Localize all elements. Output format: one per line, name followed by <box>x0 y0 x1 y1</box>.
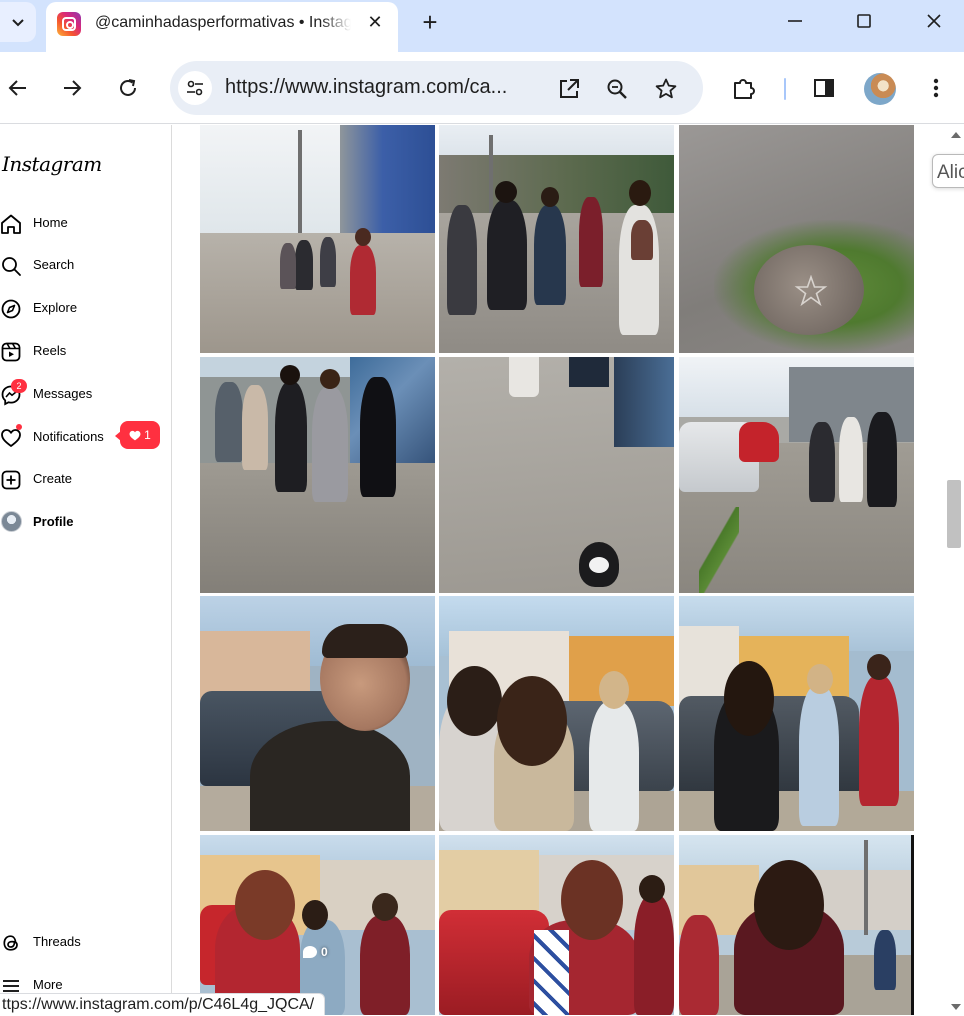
comment-bubble-icon <box>303 946 317 958</box>
nav-create[interactable]: Create <box>0 464 170 494</box>
post-thumbnail[interactable] <box>200 125 435 353</box>
star-carving-icon <box>794 275 828 307</box>
heart-icon <box>1 429 21 447</box>
zoom-icon <box>607 79 627 99</box>
arrow-right-icon <box>64 80 82 96</box>
posts-grid: 0 <box>200 125 916 1015</box>
star-icon <box>655 78 677 99</box>
arrow-left-icon <box>8 80 26 96</box>
comment-count-overlay: 0 <box>303 945 328 959</box>
plus-square-icon <box>1 470 21 490</box>
threads-icon <box>3 935 18 951</box>
nav-messages[interactable]: 2 Messages <box>0 379 170 409</box>
tune-icon <box>187 80 203 96</box>
nav-profile-label: Profile <box>33 514 74 529</box>
avatar <box>1 511 22 532</box>
forward-button[interactable] <box>56 72 88 104</box>
close-icon <box>927 14 941 28</box>
zoom-button[interactable] <box>604 76 630 102</box>
nav-home[interactable]: Home <box>0 208 170 238</box>
browser-toolbar: https://www.instagram.com/ca... <box>0 52 964 124</box>
search-icon <box>2 257 21 276</box>
scrollbar-thumb[interactable] <box>947 480 961 548</box>
post-thumbnail[interactable] <box>679 125 914 353</box>
open-external-icon <box>560 79 579 98</box>
comment-count: 0 <box>321 945 328 959</box>
maximize-button[interactable] <box>844 6 884 36</box>
post-thumbnail[interactable] <box>439 835 674 1015</box>
home-icon <box>1 214 21 234</box>
open-in-app-button[interactable] <box>556 76 582 102</box>
side-panel-icon <box>814 79 834 97</box>
new-tab-button[interactable]: + <box>416 8 444 36</box>
post-thumbnail[interactable] <box>679 596 914 831</box>
kebab-menu-icon <box>933 78 939 98</box>
browser-menu-button[interactable] <box>922 74 950 102</box>
nav-threads[interactable]: Threads <box>0 927 170 957</box>
nav-profile[interactable]: Profile <box>0 507 170 537</box>
tab-close-icon[interactable]: ✕ <box>364 11 386 33</box>
nav-search[interactable]: Search <box>0 250 170 280</box>
reload-icon <box>120 79 136 96</box>
notification-count-pill[interactable]: 1 <box>115 421 160 449</box>
minimize-icon <box>788 20 802 22</box>
browser-profile-avatar[interactable] <box>864 73 896 105</box>
instagram-logo[interactable]: Instagram <box>2 152 102 176</box>
nav-threads-label: Threads <box>33 934 81 949</box>
tab-title: @caminhadasperformativas • Instagram <box>95 14 351 31</box>
tab-search-button[interactable] <box>0 2 36 42</box>
messages-badge: 2 <box>11 379 27 393</box>
post-thumbnail[interactable] <box>439 125 674 353</box>
notification-count: 1 <box>144 428 151 442</box>
chevron-down-icon <box>12 19 24 27</box>
url-text[interactable]: https://www.instagram.com/ca... <box>225 76 507 99</box>
heart-filled-icon <box>129 430 141 440</box>
nav-explore-label: Explore <box>33 300 78 315</box>
post-thumbnail[interactable] <box>200 357 435 593</box>
bookmark-button[interactable] <box>653 76 679 102</box>
reload-button[interactable] <box>112 72 144 104</box>
instagram-sidebar: Instagram Home Search Explore Reels 2 Me… <box>0 125 172 1015</box>
nav-reels-label: Reels <box>33 343 67 358</box>
post-thumbnail[interactable]: 0 <box>200 835 435 1015</box>
minimize-button[interactable] <box>775 6 815 36</box>
notification-dot <box>16 424 22 430</box>
back-button[interactable] <box>2 72 34 104</box>
nav-home-label: Home <box>33 215 68 230</box>
post-thumbnail[interactable] <box>439 357 674 593</box>
compass-icon <box>1 299 21 319</box>
nav-explore[interactable]: Explore <box>0 293 170 323</box>
post-thumbnail[interactable] <box>679 835 914 1015</box>
nav-notifications-label: Notifications <box>33 429 104 444</box>
side-widget-text: Alic <box>937 162 964 183</box>
extensions-button[interactable] <box>730 74 758 102</box>
post-thumbnail[interactable] <box>200 596 435 831</box>
address-bar[interactable]: https://www.instagram.com/ca... <box>170 61 703 115</box>
close-window-button[interactable] <box>914 6 954 36</box>
side-panel-button[interactable] <box>810 74 838 102</box>
post-thumbnail[interactable] <box>679 357 914 593</box>
nav-messages-label: Messages <box>33 386 93 401</box>
toolbar-divider <box>784 78 786 100</box>
site-info-button[interactable] <box>178 71 212 105</box>
page-scrollbar[interactable] <box>944 125 964 1015</box>
reels-icon <box>1 342 21 362</box>
extension-side-widget[interactable]: Alic <box>932 154 964 188</box>
status-bar-link-preview: ttps://www.instagram.com/p/C46L4g_JQCA/ <box>0 993 326 1015</box>
instagram-favicon-icon <box>57 12 81 36</box>
nav-notifications[interactable]: Notifications 1 <box>0 421 170 452</box>
nav-reels[interactable]: Reels <box>0 336 170 366</box>
post-thumbnail[interactable] <box>439 596 674 831</box>
puzzle-icon <box>734 79 755 99</box>
nav-create-label: Create <box>33 471 73 486</box>
scroll-down-arrow-icon[interactable] <box>951 1004 961 1010</box>
nav-search-label: Search <box>33 257 75 272</box>
tab-strip: @caminhadasperformativas • Instagram ✕ + <box>0 0 964 52</box>
nav-more-label: More <box>33 977 63 992</box>
scroll-up-arrow-icon[interactable] <box>951 132 961 138</box>
browser-tab-active[interactable]: @caminhadasperformativas • Instagram ✕ <box>46 2 398 52</box>
maximize-icon <box>857 14 871 28</box>
